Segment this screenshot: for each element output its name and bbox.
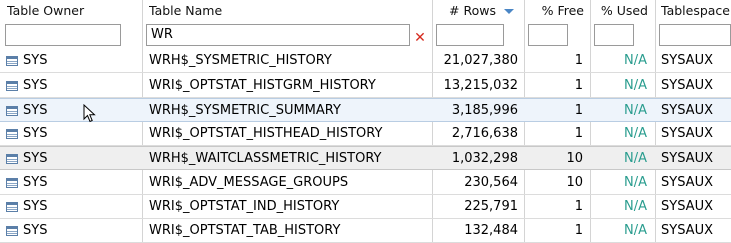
name-filter-input[interactable]: WR [146,24,410,46]
cell-percent-used: N/A [624,126,647,141]
cell-row-count: 230,564 [464,175,518,190]
cell-percent-used: N/A [624,103,647,118]
cell-tablespace: SYSAUX [661,223,713,238]
free-filter-input[interactable] [528,24,568,46]
table-icon [6,56,18,66]
cell-tablespace: SYSAUX [661,175,713,190]
cell-row-count: 3,185,996 [451,103,518,118]
cell-tablespace: SYSAUX [661,78,713,93]
column-header-label: Table Owner [7,3,85,18]
column-header-table-name[interactable]: Table Name [149,0,429,22]
cell-percent-free: 1 [574,223,583,238]
table-icon [6,178,18,188]
cell-percent-free: 1 [574,199,583,214]
cell-table-name: WRH$_SYSMETRIC_SUMMARY [149,103,341,118]
cell-percent-free: 1 [574,78,583,93]
cell-table-name: WRH$_SYSMETRIC_HISTORY [149,53,332,68]
cell-row-count: 225,791 [464,199,518,214]
owner-filter-input[interactable] [5,24,121,46]
table-icon [6,154,18,164]
cell-owner: SYS [23,175,48,190]
table-row[interactable]: SYS WRI$_OPTSTAT_HISTHEAD_HISTORY 2,716,63… [0,122,731,146]
cell-tablespace: SYSAUX [661,199,713,214]
cell-owner: SYS [23,199,48,214]
table-icon [6,129,18,139]
column-header-label: Table Name [149,3,223,18]
column-header-label: % Free [541,3,584,18]
cell-percent-used: N/A [624,199,647,214]
column-header-label: % Used [600,3,648,18]
cell-percent-free: 10 [566,175,583,190]
sort-descending-icon [504,9,514,14]
column-header-label: # Rows [449,3,496,18]
table-row[interactable]: SYS WRI$_ADV_MESSAGE_GROUPS 230,564 10 N/A SY… [0,171,731,195]
cell-percent-used: N/A [624,175,647,190]
cell-tablespace: SYSAUX [661,103,713,118]
filter-row: WR ✕ [0,22,731,49]
table-icon [6,81,18,91]
cell-row-count: 13,215,032 [443,78,518,93]
table-row[interactable]: SYS WRI$_OPTSTAT_HISTGRM_HISTORY 13,215,03… [0,74,731,98]
table-icon [6,226,18,236]
column-header-table-owner[interactable]: Table Owner [7,0,140,22]
cell-table-name: WRI$_OPTSTAT_TAB_HISTORY [149,223,341,238]
cell-percent-free: 1 [574,126,583,141]
table-row[interactable]: SYS WRI$_OPTSTAT_IND_HISTORY 225,791 1 N/A SY… [0,195,731,219]
table-row[interactable]: SYS WRH$_SYSMETRIC_HISTORY 21,027,380 1 N/A S… [0,49,731,73]
table-icon [6,202,18,212]
cell-table-name: WRI$_OPTSTAT_HISTHEAD_HISTORY [149,126,383,141]
rows-filter-input[interactable] [436,24,504,46]
table-row[interactable]: SYS WRH$_SYSMETRIC_SUMMARY 3,185,996 1 N/A SY… [0,98,731,122]
cell-percent-free: 10 [566,151,583,166]
table-row[interactable]: SYS WRH$_WAITCLASSMETRIC_HISTORY 1,032,298… [0,146,731,170]
cell-table-name: WRI$_OPTSTAT_IND_HISTORY [149,199,340,214]
column-header-label: Tablespace [661,3,730,18]
tables-grid: Table Owner Table Name # Rows % Free % U… [0,0,731,243]
cell-row-count: 132,484 [464,223,518,238]
cell-row-count: 2,716,638 [451,126,518,141]
cell-owner: SYS [23,223,48,238]
cell-percent-used: N/A [624,223,647,238]
cell-owner: SYS [23,126,48,141]
column-header-percent-used[interactable]: % Used [592,0,652,22]
clear-filter-icon[interactable]: ✕ [414,31,426,45]
cell-row-count: 21,027,380 [443,53,518,68]
tablespace-filter-input[interactable] [659,24,731,46]
cell-table-name: WRI$_ADV_MESSAGE_GROUPS [149,175,349,190]
cell-percent-used: N/A [624,78,647,93]
cell-tablespace: SYSAUX [661,53,713,68]
table-row[interactable]: SYS WRI$_OPTSTAT_TAB_HISTORY 132,484 1 N/A SY… [0,219,731,243]
cell-table-name: WRH$_WAITCLASSMETRIC_HISTORY [149,151,382,166]
column-header-tablespace[interactable]: Tablespace [661,0,731,22]
cell-tablespace: SYSAUX [661,151,713,166]
cell-table-name: WRI$_OPTSTAT_HISTGRM_HISTORY [149,78,376,93]
cell-percent-free: 1 [574,53,583,68]
used-filter-input[interactable] [594,24,634,46]
cell-owner: SYS [23,151,48,166]
column-header-percent-free[interactable]: % Free [526,0,586,22]
table-icon [6,106,18,116]
cell-percent-used: N/A [624,53,647,68]
cell-percent-used: N/A [624,151,647,166]
cell-owner: SYS [23,53,48,68]
cell-owner: SYS [23,103,48,118]
cell-row-count: 1,032,298 [451,151,518,166]
column-header-rows[interactable]: # Rows [434,0,520,22]
mouse-pointer-icon [83,104,96,123]
cell-percent-free: 1 [574,103,583,118]
cell-owner: SYS [23,78,48,93]
cell-tablespace: SYSAUX [661,126,713,141]
